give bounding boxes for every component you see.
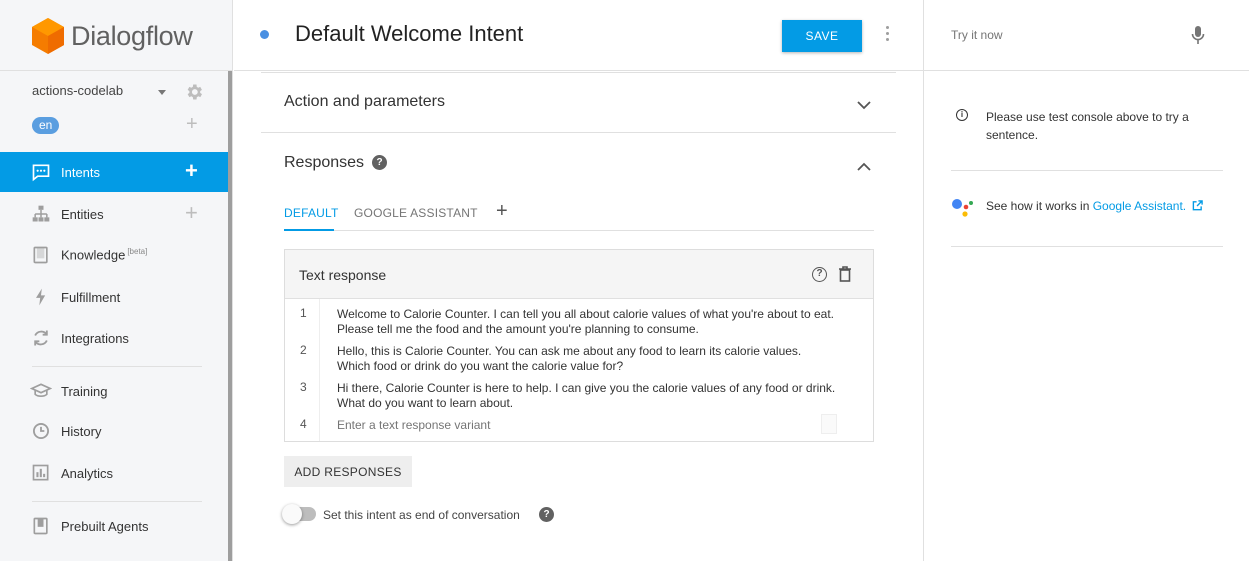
chevron-up-icon[interactable] (857, 160, 871, 174)
help-icon[interactable]: ? (372, 155, 387, 170)
info-icon: i (956, 109, 968, 121)
new-response-input[interactable] (337, 418, 817, 432)
sync-icon (34, 330, 48, 346)
add-intent-icon[interactable]: + (185, 160, 198, 182)
caret-down-icon[interactable] (158, 90, 166, 95)
row-number: 4 (300, 417, 307, 431)
sidebar-item-label: Analytics (61, 465, 114, 481)
google-assistant-icon (952, 199, 973, 217)
sidebar-item-label: Training (61, 383, 108, 399)
sidebar-item-analytics[interactable]: Analytics (0, 453, 229, 493)
row-number: 1 (300, 306, 307, 320)
section-divider (261, 132, 896, 133)
sidebar-item-label: History (61, 423, 102, 439)
action-params-title[interactable]: Action and parameters (284, 93, 445, 111)
row-number: 2 (300, 343, 307, 357)
save-button[interactable]: SAVE (782, 20, 862, 52)
help-circle-icon[interactable]: ? (812, 267, 827, 282)
status-dot (260, 30, 269, 39)
external-link-icon[interactable] (1192, 200, 1204, 211)
agent-selector[interactable]: actions-codelab (32, 82, 212, 102)
add-language-icon[interactable]: + (186, 114, 198, 134)
clock-icon (33, 423, 49, 439)
sidebar-item-label: Knowledge [beta] (61, 247, 147, 262)
gear-icon[interactable] (184, 82, 204, 102)
end-conversation-toggle[interactable] (282, 504, 316, 524)
intent-title[interactable]: Default Welcome Intent (295, 21, 523, 47)
sidebar-item-knowledge[interactable]: Knowledge [beta] (0, 235, 229, 275)
panel-divider (923, 0, 924, 561)
ga-prefix: See how it works in (986, 199, 1093, 213)
book-icon (33, 246, 48, 264)
tab-default[interactable]: DEFAULT (284, 206, 339, 220)
sidebar-item-entities[interactable]: Entities + (0, 194, 229, 234)
google-assistant-link[interactable]: Google Assistant. (1093, 199, 1186, 213)
intent-header: Default Welcome Intent SAVE (234, 0, 923, 71)
sidebar-item-training[interactable]: Training (0, 371, 229, 411)
sidebar-item-prebuilt-agents[interactable]: Prebuilt Agents (0, 506, 229, 546)
response-variant[interactable]: Welcome to Calorie Counter. I can tell y… (337, 307, 837, 337)
tab-indicator (284, 229, 334, 231)
response-variant[interactable]: Hi there, Calorie Counter is here to hel… (337, 381, 837, 411)
help-icon[interactable]: ? (539, 507, 554, 522)
sidebar-item-label: Prebuilt Agents (61, 518, 149, 534)
divider (32, 501, 202, 502)
divider (32, 366, 202, 367)
bar-chart-icon (32, 464, 49, 481)
lightning-icon (36, 288, 46, 306)
response-variant[interactable]: Hello, this is Calorie Counter. You can … (337, 344, 837, 374)
card-header: Text response ? (285, 250, 873, 299)
sidebar-item-label: Fulfillment (61, 289, 121, 305)
right-header-divider (924, 70, 1249, 71)
dialogflow-logo-icon (32, 18, 64, 54)
add-entity-icon[interactable]: + (185, 202, 198, 224)
microphone-icon[interactable] (1191, 25, 1205, 45)
language-pill[interactable]: en (32, 117, 60, 134)
more-vert-icon[interactable] (884, 26, 890, 42)
text-response-card: Text response ? 1 Welcome to Calorie Cou… (284, 249, 874, 442)
divider (951, 246, 1223, 247)
row-handle[interactable] (821, 414, 837, 434)
divider (0, 70, 233, 71)
row-number: 3 (300, 380, 307, 394)
sidebar-item-label: Entities (61, 206, 104, 222)
card-title: Text response (299, 267, 387, 283)
tab-google-assistant[interactable]: GOOGLE ASSISTANT (354, 206, 478, 220)
response-tabs: DEFAULT GOOGLE ASSISTANT + (284, 200, 874, 231)
sidebar-item-history[interactable]: History (0, 411, 229, 451)
agent-name: actions-codelab (32, 83, 124, 98)
dialogflow-logo[interactable]: Dialogflow (31, 17, 193, 55)
trash-icon[interactable] (838, 266, 852, 282)
add-responses-button[interactable]: ADD RESPONSES (284, 456, 412, 487)
sidebar-item-fulfillment[interactable]: Fulfillment (0, 277, 229, 317)
sidebar-scrollbar[interactable] (228, 71, 232, 561)
app-name: Dialogflow (71, 20, 193, 51)
toggle-knob (282, 504, 302, 524)
divider (951, 170, 1223, 171)
graduation-cap-icon (30, 383, 52, 398)
prebuilt-book-icon (33, 517, 48, 535)
sidebar: Dialogflow actions-codelab en + Intents … (0, 0, 233, 561)
sidebar-item-label: Integrations (61, 330, 129, 346)
chevron-down-icon[interactable] (857, 98, 871, 112)
beta-badge: [beta] (127, 247, 148, 257)
section-top-border (261, 72, 896, 73)
sidebar-item-integrations[interactable]: Integrations (0, 318, 229, 358)
end-conversation-label: Set this intent as end of conversation (323, 508, 520, 522)
chat-bubble-icon (32, 164, 50, 182)
language-row: en + (32, 114, 204, 134)
sidebar-item-intents[interactable]: Intents + (0, 152, 229, 192)
hierarchy-icon (32, 205, 50, 222)
header-divider (234, 70, 923, 71)
google-assistant-row: See how it works in Google Assistant. (986, 199, 1204, 213)
responses-title: Responses (284, 154, 365, 171)
try-it-now-input[interactable] (951, 28, 1171, 42)
info-message: Please use test console above to try a s… (986, 110, 1189, 142)
sidebar-item-label: Intents (61, 164, 101, 180)
add-tab-icon[interactable]: + (496, 200, 508, 222)
knowledge-label: Knowledge (61, 247, 126, 263)
